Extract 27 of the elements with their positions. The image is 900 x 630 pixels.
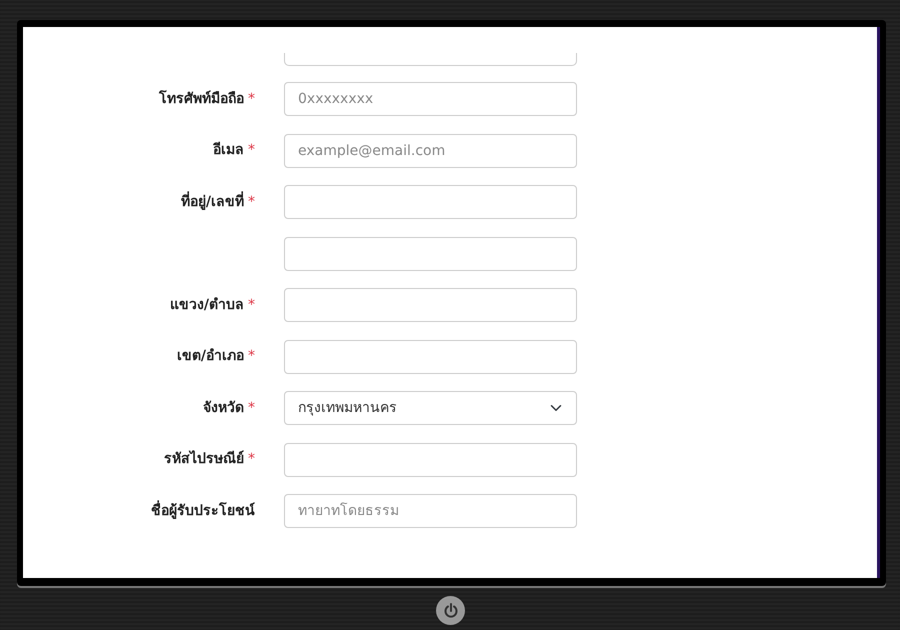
- required-asterisk: *: [248, 451, 255, 467]
- input-field[interactable]: example@email.com: [284, 134, 577, 168]
- select-field[interactable]: กรุงเทพมหานคร: [284, 391, 577, 425]
- required-asterisk: *: [248, 142, 255, 158]
- field-label: แขวง/ตำบล: [170, 296, 244, 312]
- input-field[interactable]: [284, 442, 577, 476]
- power-icon: [442, 602, 458, 618]
- field-label: โทรศัพท์มือถือ: [159, 90, 244, 106]
- required-asterisk: *: [248, 348, 255, 364]
- input-field[interactable]: ทายาทโดยธรรม: [284, 494, 577, 528]
- power-button[interactable]: [436, 596, 465, 625]
- input-field[interactable]: [284, 340, 577, 374]
- required-asterisk: *: [248, 296, 255, 312]
- input-field[interactable]: 0xxxxxxxx: [284, 82, 577, 116]
- input-field[interactable]: [284, 288, 577, 322]
- field-label: ที่อยู่/เลขที่: [180, 194, 244, 210]
- field-label: ชื่อผู้รับประโยชน์: [151, 502, 255, 518]
- input-field[interactable]: [284, 236, 577, 270]
- field-label: เขต/อำเภอ: [176, 348, 244, 364]
- required-asterisk: *: [248, 400, 255, 416]
- field-label: อีเมล: [213, 142, 244, 158]
- field-label: รหัสไปรษณีย์: [164, 451, 244, 467]
- input-field[interactable]: [284, 53, 577, 66]
- input-field[interactable]: [284, 185, 577, 219]
- required-asterisk: *: [248, 90, 255, 106]
- required-asterisk: *: [248, 194, 255, 210]
- field-label: จังหวัด: [203, 400, 244, 416]
